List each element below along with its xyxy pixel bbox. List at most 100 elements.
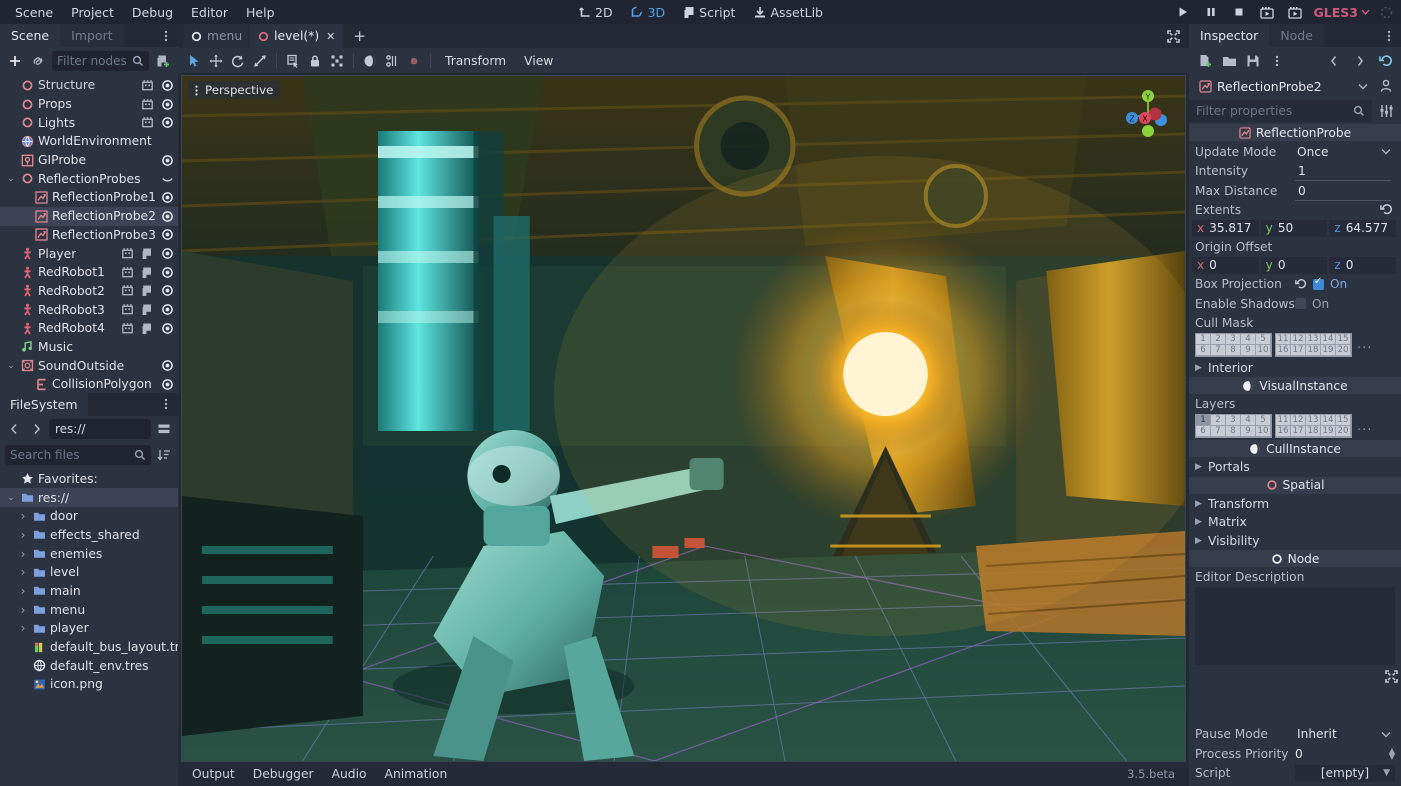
filter-nodes-input[interactable]: Filter nodes xyxy=(52,51,149,71)
renderer-selector[interactable]: GLES3 xyxy=(1314,5,1370,20)
layers-grid[interactable]: 1 2 3 4 5 6 7 8 9 10 11 12 13 14 15 16 17 18 19 20 ... xyxy=(1189,413,1401,440)
property-max-distance[interactable]: Max Distance 0 xyxy=(1189,181,1401,201)
tab-node[interactable]: Node xyxy=(1269,24,1324,47)
viewport-perspective-label[interactable]: Perspective xyxy=(188,81,281,99)
new-resource-button[interactable] xyxy=(1196,52,1214,70)
scene-tree-item-structure[interactable]: Structure xyxy=(0,76,178,95)
filesystem-item-menu[interactable]: › menu xyxy=(0,600,178,619)
scene-tab-menu[interactable]: menu xyxy=(183,24,251,48)
cull-mask-cell-7[interactable]: 7 xyxy=(1211,344,1226,356)
property-enable-shadows[interactable]: Enable Shadows On xyxy=(1189,294,1401,314)
scene-tree-item-redrobot1[interactable]: RedRobot1 xyxy=(0,263,178,282)
cull-mask-cell-2[interactable]: 2 xyxy=(1211,333,1226,345)
chevron-right-icon[interactable]: › xyxy=(18,509,28,523)
snap-mode-button[interactable] xyxy=(382,51,402,71)
enable-shadows-checkbox[interactable] xyxy=(1295,298,1306,310)
tab-import[interactable]: Import xyxy=(60,24,124,47)
cull-mask-cells[interactable]: 1 2 3 4 5 6 7 8 9 10 11 12 13 14 15 16 17 18 19 20 xyxy=(1195,332,1352,357)
instance-scene-button[interactable] xyxy=(29,52,47,70)
box-projection-checkbox[interactable] xyxy=(1313,276,1324,290)
chevron-right-icon[interactable]: › xyxy=(18,603,28,617)
box-projection-revert-button[interactable] xyxy=(1295,278,1307,290)
layers-cell-15[interactable]: 15 xyxy=(1336,415,1351,426)
editor-description-expand-button[interactable] xyxy=(1384,669,1399,687)
layers-cell-17[interactable]: 17 xyxy=(1291,426,1306,437)
cull-mask-cell-10[interactable]: 10 xyxy=(1256,344,1271,356)
add-node-button[interactable] xyxy=(6,52,24,70)
script-button[interactable] xyxy=(140,265,154,279)
cull-mask-more-button[interactable]: ... xyxy=(1357,337,1372,352)
origin-offset-z-field[interactable]: z 0 xyxy=(1329,256,1397,274)
inspector-history-button[interactable] xyxy=(1377,52,1395,70)
scene-tree-item-player[interactable]: Player xyxy=(0,244,178,263)
filesystem-dock-menu-button[interactable] xyxy=(160,393,172,416)
open-documentation-button[interactable] xyxy=(1377,77,1395,95)
layers-cell-19[interactable]: 19 xyxy=(1321,426,1336,437)
origin-offset-y-field[interactable]: y 0 xyxy=(1260,256,1328,274)
layers-cell-13[interactable]: 13 xyxy=(1306,415,1321,426)
cull-mask-cell-8[interactable]: 8 xyxy=(1226,344,1241,356)
layers-cell-8[interactable]: 8 xyxy=(1226,426,1241,437)
script-button[interactable] xyxy=(140,303,154,317)
layers-cell-12[interactable]: 12 xyxy=(1291,415,1306,426)
filesystem-item-res-[interactable]: ⌄ res:// xyxy=(0,488,178,507)
filesystem-item-effects-shared[interactable]: › effects_shared xyxy=(0,526,178,545)
inspector-forward-button[interactable] xyxy=(1351,52,1369,70)
inspector-properties-list[interactable]: ReflectionProbe Update Mode Once Intensi… xyxy=(1189,124,1401,725)
menu-scene[interactable]: Scene xyxy=(6,2,62,23)
chevron-right-icon[interactable]: › xyxy=(18,547,28,561)
cull-mask-cell-12[interactable]: 12 xyxy=(1291,333,1306,345)
filesystem-path-field[interactable]: res:// xyxy=(49,418,151,439)
tab-filesystem[interactable]: FileSystem xyxy=(0,392,88,416)
layers-cell-16[interactable]: 16 xyxy=(1276,426,1291,437)
layers-cell-11[interactable]: 11 xyxy=(1276,415,1291,426)
object-tools-button[interactable] xyxy=(1377,102,1395,120)
property-update-mode[interactable]: Update Mode Once xyxy=(1189,142,1401,162)
filesystem-sort-button[interactable] xyxy=(155,446,173,464)
mode-script-button[interactable]: Script xyxy=(675,2,743,23)
max-distance-field[interactable]: 0 xyxy=(1295,184,1395,201)
layers-more-button[interactable]: ... xyxy=(1357,419,1372,434)
menu-project[interactable]: Project xyxy=(62,2,123,23)
visibility-button[interactable] xyxy=(160,228,174,242)
filesystem-item-favorites-[interactable]: Favorites: xyxy=(0,470,178,489)
layers-cell-14[interactable]: 14 xyxy=(1321,415,1336,426)
process-priority-stepper[interactable]: ▲ ▼ xyxy=(1389,746,1395,760)
scene-tree-item-soundoutside[interactable]: ⌄ SoundOutside xyxy=(0,356,178,375)
layers-cell-20[interactable]: 20 xyxy=(1336,426,1351,437)
anim-button[interactable] xyxy=(140,116,154,130)
layers-cell-9[interactable]: 9 xyxy=(1241,426,1256,437)
filesystem-item-default-env-tres[interactable]: default_env.tres xyxy=(0,656,178,675)
layers-cell-5[interactable]: 5 xyxy=(1256,415,1271,426)
layers-cell-3[interactable]: 3 xyxy=(1226,415,1241,426)
anim-button[interactable] xyxy=(120,265,134,279)
mode-assetlib-button[interactable]: AssetLib xyxy=(745,2,831,23)
chevron-right-icon[interactable]: › xyxy=(18,565,28,579)
cull-mask-cell-18[interactable]: 18 xyxy=(1306,344,1321,356)
distraction-free-mode-button[interactable] xyxy=(1166,29,1181,44)
scene-tree-item-collisionpolygon[interactable]: CollisionPolygon xyxy=(0,375,178,393)
scene-tree-item-music[interactable]: Music xyxy=(0,338,178,357)
cull-mask-cell-11[interactable]: 11 xyxy=(1276,333,1291,345)
visibility-off-button[interactable] xyxy=(160,172,174,186)
viewport-axis-gizmo[interactable]: Y Z X xyxy=(1119,84,1177,145)
pause-button[interactable] xyxy=(1202,3,1220,21)
scene-tree-item-worldenvironment[interactable]: WorldEnvironment xyxy=(0,132,178,151)
scene-tree-item-giprobe[interactable]: GIProbe xyxy=(0,151,178,170)
play-custom-scene-button[interactable] xyxy=(1286,3,1304,21)
skeleton-button[interactable] xyxy=(404,51,424,71)
inspector-dock-menu-button[interactable] xyxy=(1383,24,1395,47)
cull-mask-cell-15[interactable]: 15 xyxy=(1336,333,1351,345)
layers-cell-2[interactable]: 2 xyxy=(1211,415,1226,426)
inspector-node-box[interactable]: ReflectionProbe2 xyxy=(1195,75,1372,97)
add-scene-tab-button[interactable]: + xyxy=(349,27,370,45)
local-space-button[interactable] xyxy=(360,51,380,71)
cull-mask-cell-9[interactable]: 9 xyxy=(1241,344,1256,356)
visibility-button[interactable] xyxy=(160,116,174,130)
tab-inspector[interactable]: Inspector xyxy=(1189,24,1270,47)
layers-cell-6[interactable]: 6 xyxy=(1196,426,1211,437)
list-select-button[interactable] xyxy=(283,51,303,71)
inspector-back-button[interactable] xyxy=(1325,52,1343,70)
chevron-right-icon[interactable]: › xyxy=(18,621,28,635)
property-visibility-fold[interactable]: ▶ Visibility xyxy=(1189,532,1401,551)
